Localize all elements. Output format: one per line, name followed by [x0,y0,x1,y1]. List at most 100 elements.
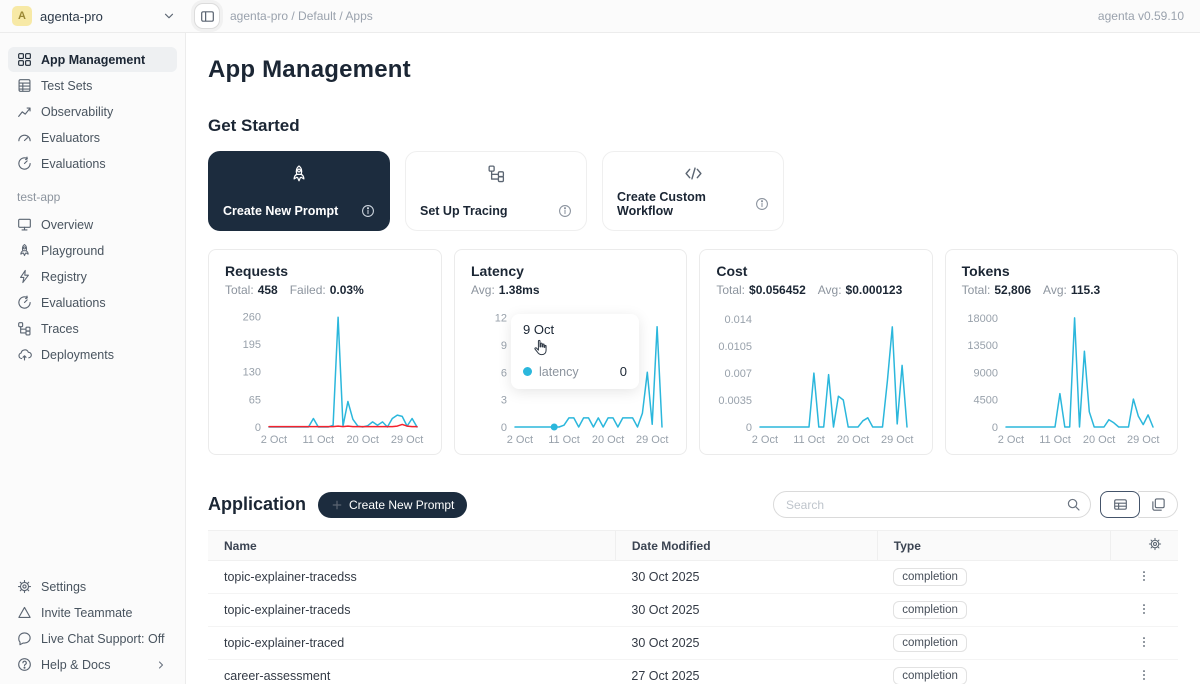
sidebar-item-label: Playground [41,244,104,258]
app-date-modified: 30 Oct 2025 [615,561,877,594]
app-date-modified: 30 Oct 2025 [615,594,877,627]
svg-text:0.0105: 0.0105 [719,341,753,353]
sidebar-item-deployments[interactable]: Deployments [8,342,177,367]
sidebar-item-evaluations-app[interactable]: Evaluations [8,290,177,315]
gear-icon[interactable] [1148,537,1162,551]
app-name[interactable]: topic-explainer-traceds [208,594,615,627]
svg-text:2 Oct: 2 Oct [261,434,287,446]
svg-text:12: 12 [495,313,507,325]
sidebar-item-invite-teammate[interactable]: Invite Teammate [8,600,177,625]
svg-text:13500: 13500 [967,340,998,352]
search-input[interactable] [773,491,1091,518]
table-header-row: Name Date Modified Type [208,531,1178,561]
create-new-prompt-button[interactable]: Create New Prompt [318,492,467,518]
sidebar-item-label: Overview [41,218,93,232]
sidebar-item-label: Observability [41,105,113,119]
svg-text:20 Oct: 20 Oct [1083,434,1115,446]
cost-line-chart[interactable]: 00.00350.0070.01050.0142 Oct11 Oct20 Oct… [716,305,915,447]
sidebar-item-registry[interactable]: Registry [8,264,177,289]
info-icon[interactable] [361,204,375,218]
row-menu-button[interactable] [1110,627,1178,660]
sidebar-item-label: Settings [41,580,86,594]
svg-text:11 Oct: 11 Oct [1039,434,1071,446]
column-header-date-modified[interactable]: Date Modified [615,531,877,561]
type-badge: completion [893,634,967,652]
triangle-icon [16,605,32,620]
app-version: agenta v0.59.10 [1098,9,1200,23]
type-badge: completion [893,667,967,684]
sidebar-item-help-docs[interactable]: Help & Docs [8,652,177,677]
type-badge: completion [893,568,967,586]
app-name[interactable]: topic-explainer-traced [208,627,615,660]
help-icon [16,657,32,672]
card-view-button[interactable] [1138,491,1178,518]
sidebar-item-observability[interactable]: Observability [8,99,177,124]
cost-chart-card: Cost Total:$0.056452 Avg:$0.000123 00.00… [699,249,932,455]
table-view-button[interactable] [1100,491,1140,518]
sidebar-item-label: Registry [41,270,87,284]
svg-text:0: 0 [255,422,261,434]
row-menu-button[interactable] [1110,594,1178,627]
svg-text:260: 260 [243,311,261,323]
stat-label: Total: [962,283,991,297]
column-header-type[interactable]: Type [877,531,1110,561]
table-row[interactable]: topic-explainer-tracedss 30 Oct 2025 com… [208,561,1178,594]
sidebar-item-live-chat-support[interactable]: Live Chat Support: Off [8,626,177,651]
table-row[interactable]: career-assessment 27 Oct 2025 completion [208,660,1178,684]
stat-label: Total: [716,283,745,297]
table-row[interactable]: topic-explainer-traced 30 Oct 2025 compl… [208,627,1178,660]
sidebar-toggle-button[interactable] [194,3,220,29]
sidebar-item-overview[interactable]: Overview [8,212,177,237]
svg-text:9: 9 [501,340,507,352]
row-menu-button[interactable] [1110,660,1178,684]
rocket-icon [223,164,375,184]
view-toggle [1100,491,1178,518]
app-name[interactable]: career-assessment [208,660,615,684]
sidebar-item-evaluators[interactable]: Evaluators [8,125,177,150]
info-icon[interactable] [755,197,769,211]
info-icon[interactable] [558,204,572,218]
tokens-line-chart[interactable]: 04500900013500180002 Oct11 Oct20 Oct29 O… [962,305,1161,447]
set-up-tracing-card[interactable]: Set Up Tracing [405,151,587,231]
search-icon[interactable] [1066,497,1081,512]
svg-text:0: 0 [992,422,998,434]
svg-text:18000: 18000 [967,313,998,325]
requests-line-chart[interactable]: 0651301952602 Oct11 Oct20 Oct29 Oct [225,305,425,447]
gauge-icon [16,130,32,145]
gear-icon [16,579,32,594]
table-row[interactable]: topic-explainer-traceds 30 Oct 2025 comp… [208,594,1178,627]
create-new-prompt-card[interactable]: Create New Prompt [208,151,390,231]
topbar: A agenta-pro agenta-pro / Default / Apps… [0,0,1200,33]
card-label: Set Up Tracing [420,204,508,218]
sidebar-item-label: Deployments [41,348,114,362]
row-menu-button[interactable] [1110,561,1178,594]
grid-icon [16,52,32,67]
chart-title: Latency [471,263,670,279]
sidebar-item-traces[interactable]: Traces [8,316,177,341]
sidebar-item-playground[interactable]: Playground [8,238,177,263]
column-header-name[interactable]: Name [208,531,615,561]
svg-text:6: 6 [501,367,507,379]
svg-text:9000: 9000 [973,367,997,379]
svg-text:0: 0 [501,422,507,434]
sidebar-item-evaluations[interactable]: Evaluations [8,151,177,176]
svg-text:29 Oct: 29 Oct [391,434,423,446]
svg-text:20 Oct: 20 Oct [592,434,624,446]
sidebar-item-test-sets[interactable]: Test Sets [8,73,177,98]
workspace-selector[interactable]: A agenta-pro [0,6,186,26]
series-dot [523,367,532,376]
get-started-cards: Create New Prompt Set Up Tracing Create … [208,151,1178,231]
sidebar-item-label: Evaluations [41,157,106,171]
workspace-avatar: A [12,6,32,26]
main-content: App Management Get Started Create New Pr… [186,33,1200,684]
sidebar-item-app-management[interactable]: App Management [8,47,177,72]
search-box [773,491,1091,518]
svg-text:3: 3 [501,395,507,407]
card-label: Create New Prompt [223,204,338,218]
app-name[interactable]: topic-explainer-tracedss [208,561,615,594]
chat-icon [16,631,32,646]
breadcrumb[interactable]: agenta-pro / Default / Apps [230,9,373,23]
gauge-arrow-icon [16,295,32,310]
sidebar-item-settings[interactable]: Settings [8,574,177,599]
create-custom-workflow-card[interactable]: Create Custom Workflow [602,151,784,231]
